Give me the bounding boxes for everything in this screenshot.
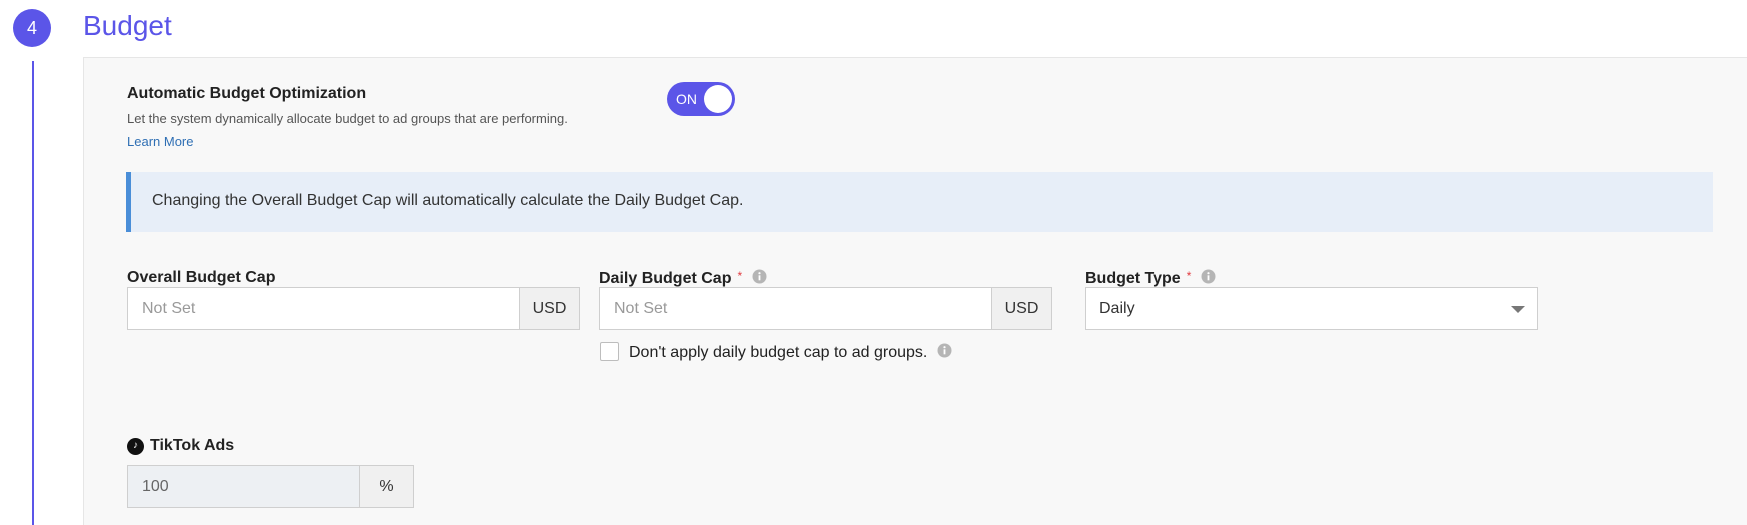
overall-budget-cap-input[interactable]: Not Set	[127, 287, 519, 330]
budget-panel: Automatic Budget Optimization Let the sy…	[83, 57, 1747, 525]
overall-budget-currency: USD	[519, 287, 580, 330]
step-number-badge: 4	[13, 9, 51, 47]
toggle-knob	[704, 85, 732, 113]
info-banner: Changing the Overall Budget Cap will aut…	[126, 172, 1713, 232]
chevron-down-icon	[1511, 306, 1525, 313]
tiktok-ads-label-text: TikTok Ads	[150, 437, 235, 454]
daily-budget-cap-label-text: Daily Budget Cap	[599, 270, 732, 287]
daily-budget-cap-label: Daily Budget Cap *	[599, 269, 767, 289]
daily-budget-currency: USD	[991, 287, 1052, 330]
tiktok-ads-label: ♪ TikTok Ads	[127, 437, 234, 455]
budget-page: 4 Budget Automatic Budget Optimization L…	[0, 0, 1747, 525]
budget-type-label-text: Budget Type	[1085, 270, 1181, 287]
required-marker: *	[1186, 269, 1192, 283]
learn-more-link[interactable]: Learn More	[127, 134, 193, 149]
dont-apply-daily-cap-label: Don't apply daily budget cap to ad group…	[629, 343, 952, 363]
info-icon[interactable]	[1201, 269, 1216, 289]
abo-title: Automatic Budget Optimization	[127, 85, 367, 102]
step-number: 4	[26, 17, 37, 38]
budget-type-select[interactable]: Daily	[1085, 287, 1538, 330]
budget-type-label: Budget Type *	[1085, 269, 1216, 289]
abo-toggle[interactable]: ON	[667, 82, 735, 116]
overall-budget-cap-group: Not Set USD	[127, 287, 580, 330]
overall-budget-cap-label: Overall Budget Cap	[127, 269, 275, 287]
daily-budget-cap-group: Not Set USD	[599, 287, 1052, 330]
daily-budget-cap-input[interactable]: Not Set	[599, 287, 991, 330]
overall-budget-cap-label-text: Overall Budget Cap	[127, 269, 276, 286]
step-connector-line	[32, 61, 34, 525]
tiktok-ads-percent-input[interactable]: 100	[127, 465, 359, 508]
info-banner-text: Changing the Overall Budget Cap will aut…	[152, 192, 744, 209]
info-icon[interactable]	[937, 343, 952, 363]
info-icon[interactable]	[752, 269, 767, 289]
tiktok-ads-percent-group: 100 %	[127, 465, 414, 508]
toggle-label: ON	[676, 91, 697, 107]
dont-apply-daily-cap-checkbox[interactable]	[600, 342, 619, 361]
budget-type-value: Daily	[1099, 299, 1135, 317]
section-title: Budget	[83, 10, 172, 41]
percent-unit: %	[359, 465, 414, 508]
checkbox-label-text: Don't apply daily budget cap to ad group…	[629, 344, 928, 361]
required-marker: *	[737, 269, 743, 283]
abo-description: Let the system dynamically allocate budg…	[127, 111, 568, 126]
tiktok-icon: ♪	[127, 437, 144, 455]
